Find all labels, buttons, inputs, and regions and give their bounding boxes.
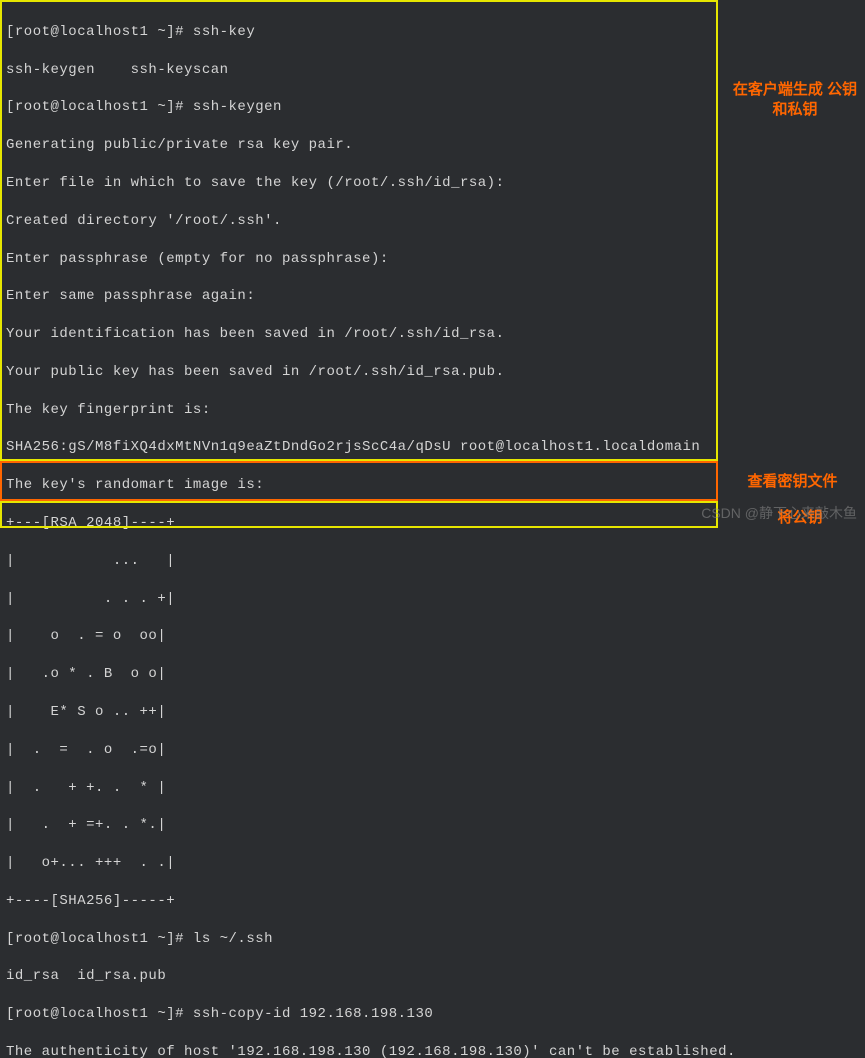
terminal-line: | ... |	[6, 552, 859, 571]
terminal-line: | .o * . B o o|	[6, 665, 859, 684]
terminal-line: The key fingerprint is:	[6, 401, 859, 420]
terminal-line: Generating public/private rsa key pair.	[6, 136, 859, 155]
terminal-line: Created directory '/root/.ssh'.	[6, 212, 859, 231]
terminal-line: +----[SHA256]-----+	[6, 892, 859, 911]
terminal-line: | . = . o .=o|	[6, 741, 859, 760]
terminal-line: [root@localhost1 ~]# ssh-key	[6, 23, 859, 42]
terminal-line: Your identification has been saved in /r…	[6, 325, 859, 344]
terminal-line: Enter same passphrase again:	[6, 287, 859, 306]
terminal-line: id_rsa id_rsa.pub	[6, 967, 859, 986]
terminal-output: [root@localhost1 ~]# ssh-key ssh-keygen …	[0, 0, 865, 1058]
terminal-line: The authenticity of host '192.168.198.13…	[6, 1043, 859, 1058]
watermark: CSDN @静下心来敲木鱼	[701, 503, 857, 523]
terminal-line: Your public key has been saved in /root/…	[6, 363, 859, 382]
terminal-line: | o . = o oo|	[6, 627, 859, 646]
terminal-line: [root@localhost1 ~]# ls ~/.ssh	[6, 930, 859, 949]
terminal-line: [root@localhost1 ~]# ssh-copy-id 192.168…	[6, 1005, 859, 1024]
terminal-line: Enter file in which to save the key (/ro…	[6, 174, 859, 193]
terminal-line: | E* S o .. ++|	[6, 703, 859, 722]
terminal-line: SHA256:gS/M8fiXQ4dxMtNVn1q9eaZtDndGo2rjs…	[6, 438, 859, 457]
terminal-line: Enter passphrase (empty for no passphras…	[6, 250, 859, 269]
terminal-line: ssh-keygen ssh-keyscan	[6, 61, 859, 80]
annotation-ls: 查看密钥文件	[725, 472, 860, 492]
terminal-line: | . . . +|	[6, 590, 859, 609]
terminal-line: | o+... +++ . .|	[6, 854, 859, 873]
terminal-line: | . + =+. . *.|	[6, 816, 859, 835]
terminal-line: | . + +. . * |	[6, 779, 859, 798]
annotation-keygen: 在客户端生成 公钥和私钥	[730, 80, 860, 119]
